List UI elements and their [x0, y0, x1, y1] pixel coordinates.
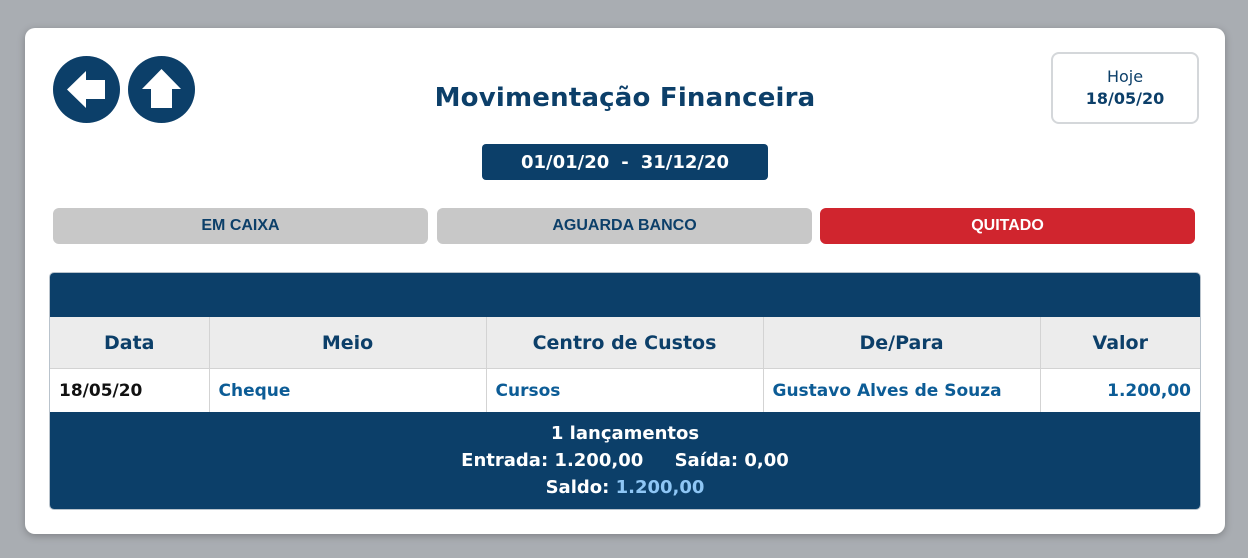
saida-label: Saída: [674, 450, 739, 471]
period-end: 31/12/20 [640, 151, 730, 173]
cell-data: 18/05/20 [50, 368, 210, 412]
main-card: Movimentação Financeira Hoje 18/05/20 01… [25, 28, 1225, 534]
table-row[interactable]: 18/05/20 Cheque Cursos Gustavo Alves de … [50, 368, 1200, 413]
summary-saldo: Saldo: 1.200,00 [50, 474, 1200, 501]
entrada-value: 1.200,00 [554, 450, 644, 471]
period-separator: - [621, 151, 629, 173]
column-header-data[interactable]: Data [50, 317, 210, 369]
tab-quitado[interactable]: QUITADO [820, 208, 1195, 244]
period-start: 01/01/20 [520, 151, 610, 173]
summary-totals: Entrada: 1.200,00 Saída: 0,00 [50, 447, 1200, 474]
entrada-label: Entrada: [461, 450, 549, 471]
table-header-row: Data Meio Centro de Custos De/Para Valor [50, 317, 1200, 369]
column-header-de-para[interactable]: De/Para [763, 317, 1041, 369]
tab-aguarda-banco[interactable]: AGUARDA BANCO [437, 208, 812, 244]
column-header-meio[interactable]: Meio [209, 317, 487, 369]
column-header-valor[interactable]: Valor [1040, 317, 1200, 369]
saldo-label: Saldo: [545, 477, 610, 498]
column-header-centro-de-custos[interactable]: Centro de Custos [486, 317, 764, 369]
today-label: Hoje [1106, 67, 1144, 86]
cell-centro-de-custos[interactable]: Cursos [486, 368, 764, 412]
transactions-table: Data Meio Centro de Custos De/Para Valor… [49, 272, 1201, 510]
table-top-bar [50, 273, 1200, 317]
saida-value: 0,00 [744, 450, 789, 471]
tab-em-caixa[interactable]: EM CAIXA [53, 208, 428, 244]
table-summary: 1 lançamentos Entrada: 1.200,00 Saída: 0… [50, 412, 1200, 509]
period-selector[interactable]: 01/01/20 - 31/12/20 [482, 144, 768, 180]
status-tabs: EM CAIXA AGUARDA BANCO QUITADO [53, 208, 1196, 244]
today-date: 18/05/20 [1085, 89, 1165, 108]
page-title: Movimentação Financeira [434, 83, 816, 113]
cell-meio[interactable]: Cheque [209, 368, 487, 412]
saldo-value: 1.200,00 [615, 477, 705, 498]
cell-valor[interactable]: 1.200,00 [1040, 369, 1200, 413]
summary-count: 1 lançamentos [550, 423, 700, 444]
today-box: Hoje 18/05/20 [1051, 52, 1199, 124]
cell-de-para[interactable]: Gustavo Alves de Souza [763, 368, 1041, 412]
